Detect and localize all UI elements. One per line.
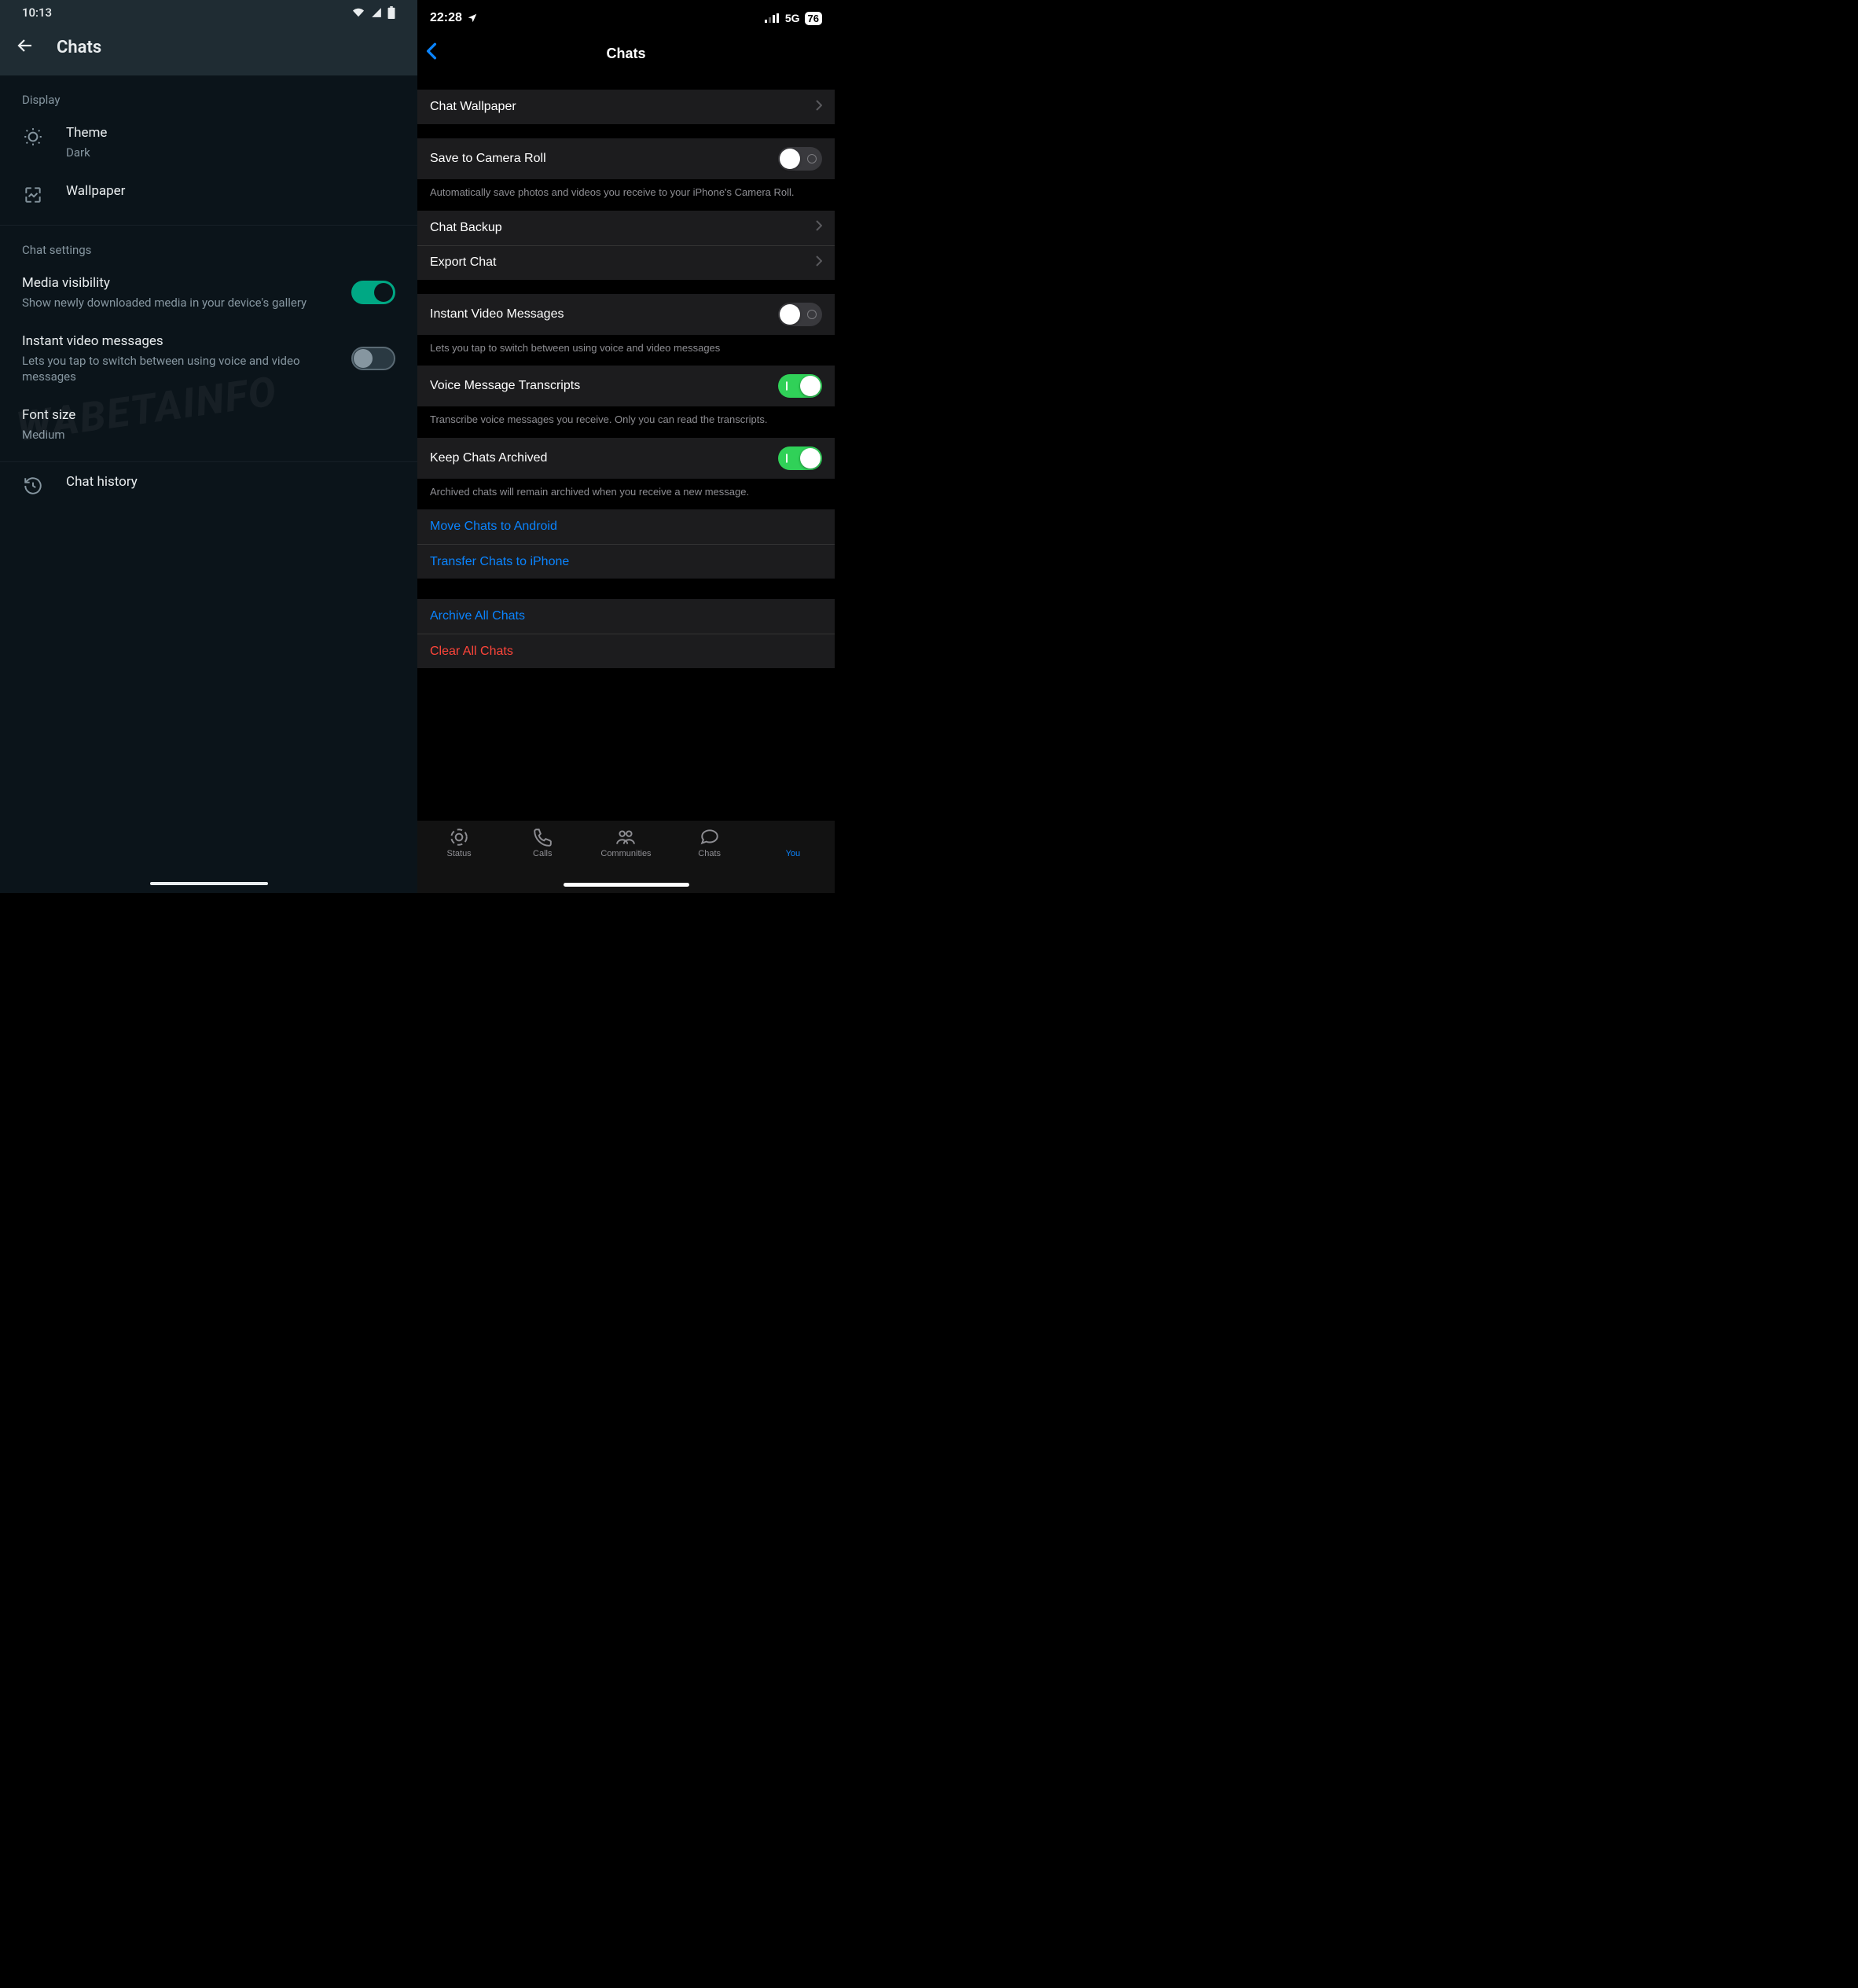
row-theme[interactable]: Theme Dark (0, 113, 417, 171)
row-chat-history[interactable]: Chat history (0, 462, 417, 508)
row-export-chat[interactable]: Export Chat (417, 245, 835, 280)
row-keep-archived[interactable]: Keep Chats Archived (417, 438, 835, 479)
android-screen: 10:13 Chats Display Theme Dark Wallpaper… (0, 0, 417, 893)
voice-transcripts-footer: Transcribe voice messages you receive. O… (417, 406, 835, 438)
keep-archived-footer: Archived chats will remain archived when… (417, 479, 835, 510)
chevron-left-icon (425, 42, 438, 60)
row-chat-wallpaper[interactable]: Chat Wallpaper (417, 90, 835, 124)
status-icon (449, 827, 469, 847)
row-media-visibility[interactable]: Media visibility Show newly downloaded m… (0, 263, 417, 322)
tab-you-label: You (786, 849, 801, 858)
instant-video-title: Instant video messages (22, 333, 339, 351)
signal-icon (765, 13, 780, 23)
voice-transcripts-label: Voice Message Transcripts (430, 379, 580, 393)
history-icon (22, 475, 44, 497)
chat-backup-label: Chat Backup (430, 221, 502, 235)
tab-calls-label: Calls (533, 849, 552, 858)
row-instant-video-messages[interactable]: Instant Video Messages (417, 294, 835, 335)
wifi-icon (351, 7, 365, 18)
row-instant-video[interactable]: Instant video messages Lets you tap to s… (0, 322, 417, 395)
home-indicator[interactable] (564, 883, 689, 887)
tab-communities-label: Communities (600, 849, 651, 858)
media-visibility-title: Media visibility (22, 274, 339, 293)
ios-screen: 22:28 5G 76 Chats Chat Wallpaper Save to… (417, 0, 835, 893)
status-indicators (351, 6, 395, 19)
tab-calls[interactable]: Calls (511, 827, 574, 858)
home-indicator[interactable] (150, 882, 268, 885)
wallpaper-title: Wallpaper (66, 182, 395, 201)
tab-chats-label: Chats (698, 849, 721, 858)
section-header-display: Display (0, 75, 417, 113)
instant-video-toggle[interactable] (351, 347, 395, 370)
network-label: 5G (785, 12, 800, 24)
battery-level: 76 (805, 12, 822, 25)
move-android-label: Move Chats to Android (430, 520, 557, 534)
transfer-iphone-label: Transfer Chats to iPhone (430, 555, 569, 569)
wallpaper-icon (22, 184, 44, 206)
chevron-right-icon (816, 100, 822, 115)
section-header-chat-settings: Chat settings (0, 226, 417, 263)
media-visibility-toggle[interactable] (351, 281, 395, 304)
chat-history-title: Chat history (66, 473, 395, 492)
row-transfer-iphone[interactable]: Transfer Chats to iPhone (417, 544, 835, 579)
communities-icon (615, 827, 636, 847)
chevron-right-icon (816, 220, 822, 235)
tab-chats[interactable]: Chats (678, 827, 741, 858)
row-move-android[interactable]: Move Chats to Android (417, 509, 835, 544)
battery-icon (387, 6, 395, 19)
android-app-bar: Chats (0, 25, 417, 75)
instant-video-footer: Lets you tap to switch between using voi… (417, 335, 835, 366)
voice-transcripts-toggle[interactable] (778, 374, 822, 398)
tab-status-label: Status (447, 849, 472, 858)
font-size-title: Font size (22, 406, 389, 425)
export-chat-label: Export Chat (430, 255, 496, 270)
row-wallpaper[interactable]: Wallpaper (0, 171, 417, 217)
arrow-back-icon (16, 36, 35, 55)
row-chat-backup[interactable]: Chat Backup (417, 211, 835, 245)
instant-video-label: Instant Video Messages (430, 307, 564, 322)
theme-value: Dark (66, 145, 395, 160)
tab-status[interactable]: Status (428, 827, 490, 858)
status-time: 22:28 (430, 11, 462, 25)
keep-archived-toggle[interactable] (778, 446, 822, 470)
chats-icon (700, 827, 720, 847)
chevron-right-icon (816, 255, 822, 270)
page-title: Chats (606, 46, 645, 62)
signal-icon (370, 7, 383, 18)
theme-icon (22, 126, 44, 148)
back-button[interactable] (16, 36, 35, 58)
back-button[interactable] (425, 42, 438, 65)
row-clear-all[interactable]: Clear All Chats (417, 634, 835, 668)
tab-you[interactable]: You (762, 827, 824, 858)
status-time: 10:13 (22, 6, 52, 20)
save-camera-roll-label: Save to Camera Roll (430, 152, 546, 166)
chat-wallpaper-label: Chat Wallpaper (430, 100, 516, 114)
archive-all-label: Archive All Chats (430, 609, 525, 623)
android-status-bar: 10:13 (0, 0, 417, 25)
location-icon (467, 13, 478, 24)
phone-icon (532, 827, 553, 847)
font-size-value: Medium (22, 427, 389, 443)
keep-archived-label: Keep Chats Archived (430, 451, 547, 465)
row-voice-transcripts[interactable]: Voice Message Transcripts (417, 366, 835, 406)
save-camera-roll-footer: Automatically save photos and videos you… (417, 179, 835, 211)
tab-communities[interactable]: Communities (594, 827, 657, 858)
clear-all-label: Clear All Chats (430, 645, 513, 659)
instant-video-toggle[interactable] (778, 303, 822, 326)
page-title: Chats (57, 38, 101, 57)
row-archive-all[interactable]: Archive All Chats (417, 599, 835, 634)
row-font-size[interactable]: Font size Medium (0, 395, 417, 454)
media-visibility-sub: Show newly downloaded media in your devi… (22, 295, 339, 311)
instant-video-sub: Lets you tap to switch between using voi… (22, 353, 339, 385)
tab-bar: Status Calls Communities Chats You (417, 821, 835, 893)
ios-nav-bar: Chats (417, 36, 835, 71)
save-camera-roll-toggle[interactable] (778, 147, 822, 171)
theme-title: Theme (66, 124, 395, 143)
row-save-camera-roll[interactable]: Save to Camera Roll (417, 138, 835, 179)
ios-status-bar: 22:28 5G 76 (417, 0, 835, 36)
